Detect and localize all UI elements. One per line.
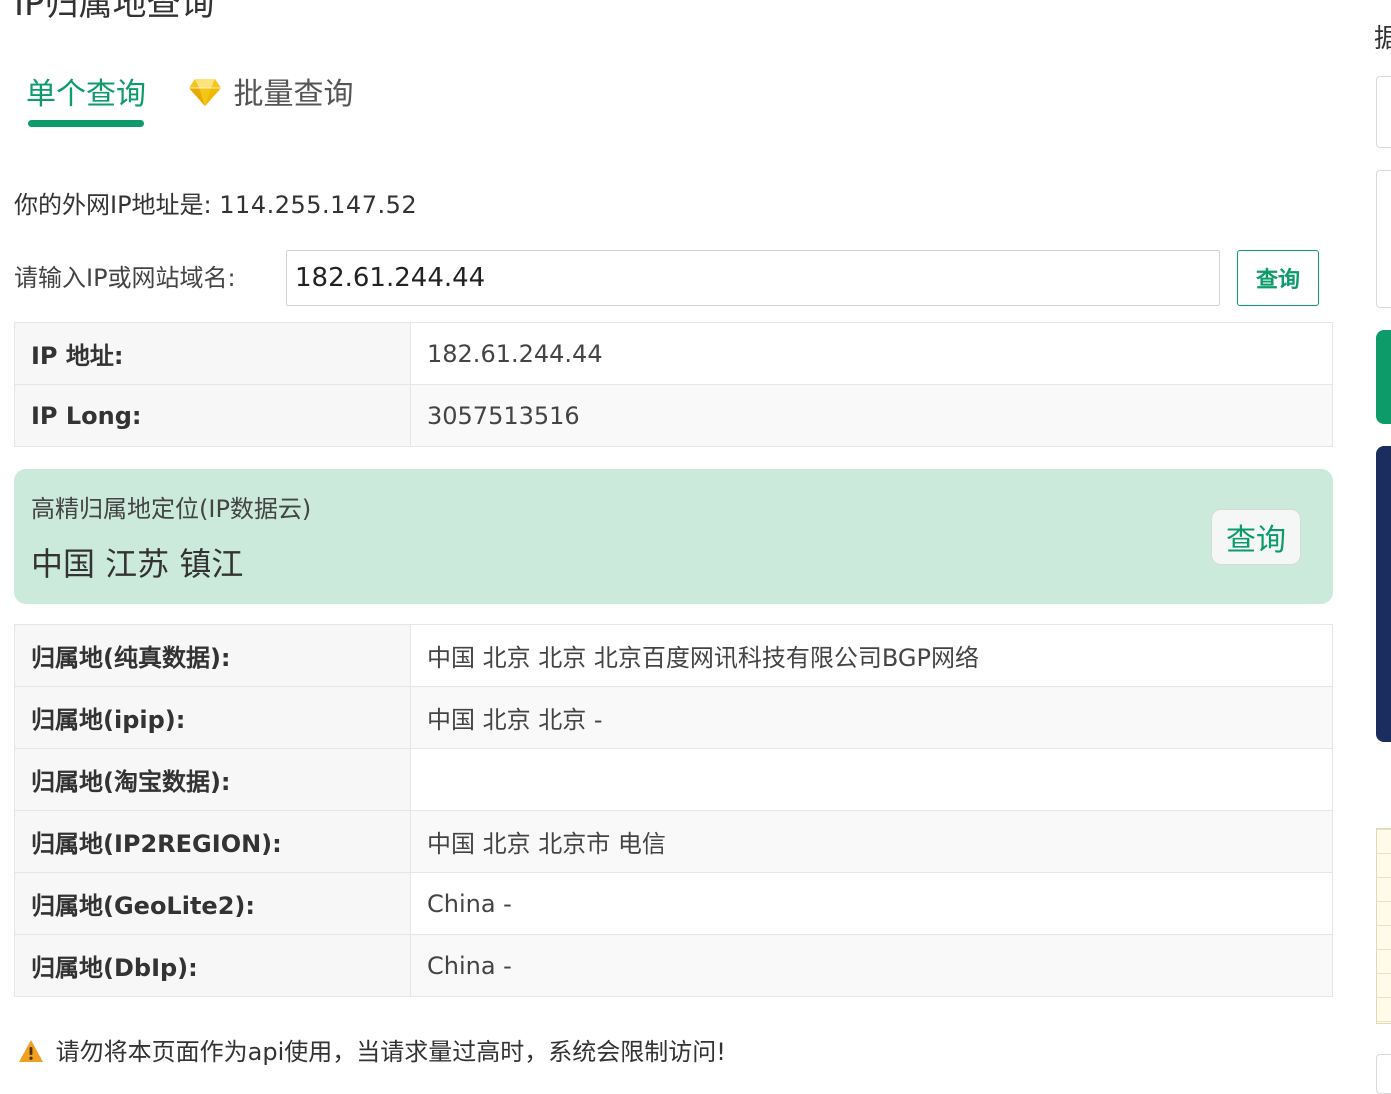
query-form: 请输入IP或网站域名: 查询 bbox=[14, 250, 1319, 306]
query-tabs: 单个查询 批量查询 bbox=[26, 74, 426, 130]
table-row: 归属地(淘宝数据): bbox=[14, 748, 1333, 811]
sidebar-notes-panel bbox=[1376, 828, 1391, 1024]
table-row: 归属地(纯真数据): 中国 北京 北京 北京百度网讯科技有限公司BGP网络 bbox=[14, 624, 1333, 687]
table-row: 归属地(ipip): 中国 北京 北京 - bbox=[14, 686, 1333, 749]
location-table: 归属地(纯真数据): 中国 北京 北京 北京百度网讯科技有限公司BGP网络 归属… bbox=[14, 624, 1333, 997]
basic-info-table: IP 地址: 182.61.244.44 IP Long: 3057513516 bbox=[14, 322, 1333, 447]
query-button[interactable]: 查询 bbox=[1237, 250, 1319, 306]
query-label: 请输入IP或网站域名: bbox=[14, 264, 236, 292]
my-ip-value: 114.255.147.52 bbox=[219, 191, 418, 219]
row-key: 归属地(IP2REGION): bbox=[14, 810, 411, 873]
sidebar-green-banner[interactable] bbox=[1376, 330, 1391, 424]
api-usage-warning: 请勿将本页面作为api使用，当请求量过高时，系统会限制访问! bbox=[18, 1034, 726, 1070]
warning-icon bbox=[19, 1040, 43, 1062]
row-value: China - bbox=[410, 872, 1333, 935]
row-value bbox=[410, 748, 1333, 811]
row-value: 中国 北京 北京 - bbox=[410, 686, 1333, 749]
table-row: IP Long: 3057513516 bbox=[14, 384, 1333, 447]
row-key: IP Long: bbox=[14, 384, 411, 447]
table-row: 归属地(DbIp): China - bbox=[14, 934, 1333, 997]
row-key: 归属地(ipip): bbox=[14, 686, 411, 749]
my-ip-line: 你的外网IP地址是: 114.255.147.52 bbox=[14, 188, 417, 222]
table-row: 归属地(IP2REGION): 中国 北京 北京市 电信 bbox=[14, 810, 1333, 873]
row-key: 归属地(淘宝数据): bbox=[14, 748, 411, 811]
page-title: IP归属地查询 bbox=[14, 0, 215, 24]
row-key: 归属地(纯真数据): bbox=[14, 624, 411, 687]
sidebar-ad-banner[interactable] bbox=[1376, 446, 1391, 742]
table-row: 归属地(GeoLite2): China - bbox=[14, 872, 1333, 935]
row-key: 归属地(GeoLite2): bbox=[14, 872, 411, 935]
sidebar-card bbox=[1376, 76, 1391, 148]
row-value: 中国 北京 北京 北京百度网讯科技有限公司BGP网络 bbox=[410, 624, 1333, 687]
row-value: 中国 北京 北京市 电信 bbox=[410, 810, 1333, 873]
row-value: China - bbox=[410, 934, 1333, 997]
sidebar-heading-fragment: 据 bbox=[1374, 24, 1391, 54]
ip-domain-input[interactable] bbox=[286, 250, 1220, 306]
tab-single-label: 单个查询 bbox=[26, 77, 146, 112]
active-tab-underline bbox=[28, 120, 144, 127]
row-key: IP 地址: bbox=[14, 322, 411, 385]
tab-batch-query[interactable]: 批量查询 bbox=[188, 74, 354, 116]
tab-batch-label: 批量查询 bbox=[233, 77, 354, 112]
row-value: 182.61.244.44 bbox=[410, 322, 1333, 385]
my-ip-label: 你的外网IP地址是: bbox=[14, 191, 212, 219]
precise-location-value: 中国 江苏 镇江 bbox=[31, 545, 244, 583]
sidebar-card bbox=[1376, 1054, 1391, 1094]
table-row: IP 地址: 182.61.244.44 bbox=[14, 322, 1333, 385]
warning-text: 请勿将本页面作为api使用，当请求量过高时，系统会限制访问! bbox=[55, 1038, 726, 1066]
precise-location-title: 高精归属地定位(IP数据云) bbox=[31, 495, 312, 523]
row-key: 归属地(DbIp): bbox=[14, 934, 411, 997]
sidebar-card bbox=[1376, 170, 1391, 308]
precise-query-button[interactable]: 查询 bbox=[1211, 509, 1301, 565]
tab-single-query[interactable]: 单个查询 bbox=[26, 74, 146, 127]
precise-location-panel: 高精归属地定位(IP数据云) 中国 江苏 镇江 查询 bbox=[14, 469, 1333, 604]
diamond-icon bbox=[189, 79, 221, 106]
row-value: 3057513516 bbox=[410, 384, 1333, 447]
